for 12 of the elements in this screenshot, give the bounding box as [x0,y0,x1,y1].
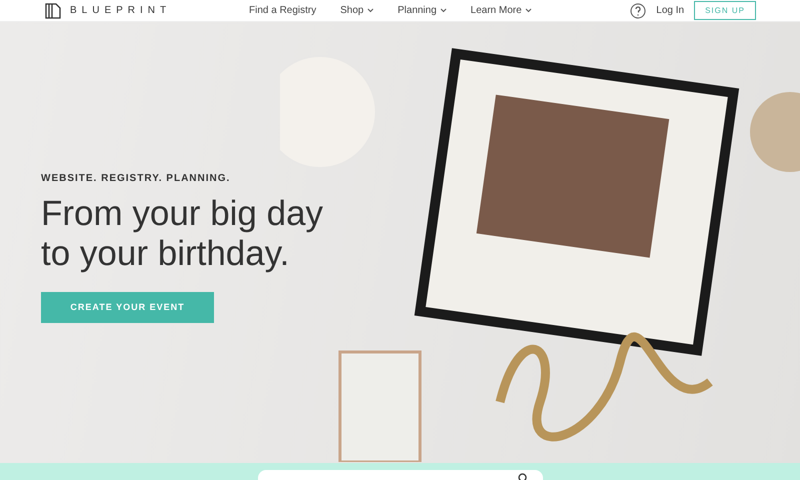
nav-link[interactable]: Find a Registry [249,5,316,16]
nav-link[interactable]: Planning [398,5,447,16]
logo-icon [44,2,62,18]
login-link[interactable]: Log In [656,5,684,16]
hero-eyebrow: WEBSITE. REGISTRY. PLANNING. [41,172,232,184]
help-icon[interactable] [630,2,646,18]
nav-link[interactable]: Shop [340,5,374,16]
hero-headline: From your big day [41,194,324,234]
search-field[interactable] [258,470,543,480]
logo-text[interactable]: BLUEPRINT [70,5,172,16]
hero-headline: to your birthday. [41,234,290,274]
nav-link[interactable]: Learn More [470,5,532,16]
